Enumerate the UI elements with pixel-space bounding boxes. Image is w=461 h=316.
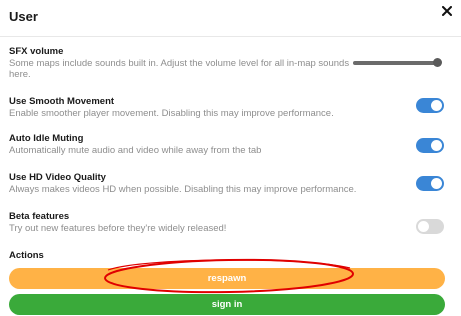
- toggle-beta-features[interactable]: [416, 219, 444, 234]
- respawn-button[interactable]: respawn: [9, 268, 445, 289]
- toggle-knob: [431, 140, 442, 151]
- close-icon[interactable]: [440, 3, 454, 19]
- actions-title: Actions: [9, 250, 44, 261]
- setting-description: Some maps include sounds built in. Adjus…: [9, 58, 350, 80]
- toggle-knob: [418, 221, 429, 232]
- setting-label: Use Smooth Movement: [9, 96, 115, 107]
- setting-smooth-movement: Use Smooth Movement Enable smoother play…: [9, 96, 379, 119]
- panel-header: User: [0, 0, 461, 36]
- setting-description: Try out new features before they're wide…: [9, 223, 227, 234]
- toggle-smooth-movement[interactable]: [416, 98, 444, 113]
- setting-label: SFX volume: [9, 46, 64, 57]
- toggle-hd-video-quality[interactable]: [416, 176, 444, 191]
- setting-description: Enable smoother player movement. Disabli…: [9, 108, 334, 119]
- sfx-volume-slider[interactable]: [353, 57, 443, 69]
- header-divider: [0, 36, 461, 37]
- setting-label: Use HD Video Quality: [9, 172, 106, 183]
- panel-title: User: [9, 9, 38, 24]
- setting-description: Automatically mute audio and video while…: [9, 145, 262, 156]
- sign-in-button[interactable]: sign in: [9, 294, 445, 315]
- setting-label: Beta features: [9, 211, 70, 222]
- setting-description: Always makes videos HD when possible. Di…: [9, 184, 357, 195]
- toggle-auto-idle-muting[interactable]: [416, 138, 444, 153]
- toggle-knob: [431, 100, 442, 111]
- slider-track: [353, 61, 438, 65]
- setting-label: Auto Idle Muting: [9, 133, 84, 144]
- setting-hd-video-quality: Use HD Video Quality Always makes videos…: [9, 172, 379, 195]
- slider-thumb[interactable]: [433, 58, 442, 67]
- toggle-knob: [431, 178, 442, 189]
- setting-sfx-volume: SFX volume Some maps include sounds buil…: [9, 46, 379, 80]
- user-settings-panel: Show any currently playing audio in the …: [0, 0, 461, 316]
- setting-beta-features: Beta features Try out new features befor…: [9, 211, 379, 234]
- setting-auto-idle-muting: Auto Idle Muting Automatically mute audi…: [9, 133, 379, 156]
